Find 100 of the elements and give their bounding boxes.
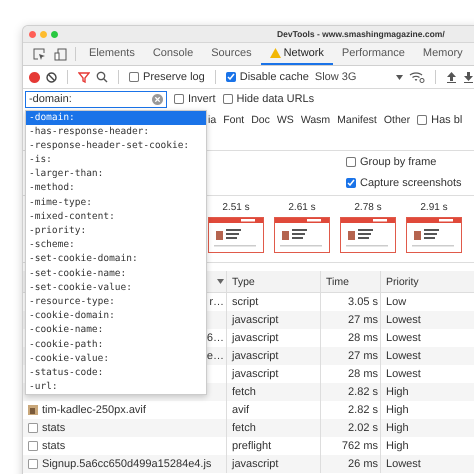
checkbox[interactable] [346, 178, 356, 188]
frame-time: 2.78 s [354, 202, 382, 213]
suggestion-item[interactable]: -url: [26, 380, 206, 394]
checkbox-label[interactable]: Invert [188, 93, 216, 105]
checkbox-label[interactable]: Group by frame [360, 156, 436, 168]
checkbox[interactable] [174, 94, 184, 104]
priority-cell: Lowest [386, 368, 421, 380]
type-filter-button[interactable]: ia [208, 114, 216, 126]
tab[interactable]: Memory [414, 43, 472, 65]
time-cell: 28 ms [348, 368, 378, 380]
type-cell: fetch [232, 386, 256, 398]
clear-icon[interactable] [46, 72, 57, 82]
suggestion-item[interactable]: -cookie-value: [26, 352, 206, 366]
type-filter-button[interactable]: WS [276, 114, 294, 126]
file-name: stats [42, 440, 66, 452]
checkbox-label[interactable]: Has bl [431, 114, 462, 126]
sort-caret-icon[interactable] [217, 279, 224, 284]
suggestion-item[interactable]: -mixed-content: [26, 210, 206, 224]
tab[interactable]: Elements [80, 43, 144, 65]
frame-time: 2.91 s [420, 202, 448, 213]
time-cell: 2.82 s [348, 404, 378, 416]
suggestion-item[interactable]: -set-cookie-domain: [26, 252, 206, 267]
suggestion-item[interactable]: -is: [26, 153, 206, 168]
checkbox-label[interactable]: Hide data URLs [236, 93, 314, 105]
column-header[interactable]: Time [321, 271, 381, 292]
type-cell: javascript [232, 350, 278, 362]
suggestion-item[interactable]: -resource-type: [26, 294, 206, 310]
type-cell: javascript [232, 368, 278, 380]
suggestion-item[interactable]: -set-cookie-name: [26, 266, 206, 281]
checkbox[interactable] [417, 115, 428, 125]
checkbox[interactable] [129, 72, 139, 82]
priority-cell: Low [386, 296, 406, 308]
page-thumbnail [274, 217, 330, 253]
type-filter-button[interactable]: Doc [251, 114, 270, 126]
checkbox[interactable] [222, 94, 233, 104]
time-cell: 3.05 s [348, 296, 378, 308]
checkbox-label[interactable]: Preserve log [143, 71, 205, 83]
type-filter-button[interactable]: Manifest [337, 114, 377, 126]
record-button[interactable] [29, 72, 40, 82]
column-header[interactable]: Type [227, 271, 321, 292]
tab[interactable]: Performance [332, 43, 414, 65]
frame-time: 2.51 s [222, 202, 250, 213]
priority-cell: High [386, 386, 409, 398]
suggestion-item[interactable]: -scheme: [26, 238, 206, 252]
type-cell: fetch [232, 422, 256, 434]
suggestion-item[interactable]: -mime-type: [26, 196, 206, 210]
upload-icon[interactable] [446, 71, 458, 83]
file-name: stats [42, 422, 66, 434]
tab[interactable]: Network [260, 43, 333, 65]
time-cell: 27 ms [348, 314, 378, 326]
suggestion-item[interactable]: -status-code: [26, 366, 206, 380]
throttling-select[interactable]: Slow 3G [314, 71, 404, 83]
time-cell: 2.02 s [348, 422, 378, 434]
priority-cell: Lowest [386, 314, 421, 326]
priority-cell: High [386, 422, 409, 434]
suggestion-item[interactable]: -set-cookie-value: [26, 280, 206, 295]
file-name: tim-kadlec-250px.avif [42, 404, 146, 416]
time-cell: 27 ms [348, 350, 378, 362]
type-filter-button[interactable]: Wasm [300, 114, 330, 126]
tab[interactable]: Console [144, 43, 202, 65]
tab[interactable]: Sources [202, 43, 261, 65]
priority-cell: Lowest [386, 332, 421, 344]
checkbox[interactable] [346, 157, 356, 167]
suggestion-item[interactable]: -cookie-domain: [26, 309, 206, 324]
frame-time: 2.61 s [288, 202, 316, 213]
checkbox-label[interactable]: Capture screenshots [360, 177, 462, 189]
type-cell: javascript [232, 332, 278, 344]
wifi-settings-icon[interactable] [409, 71, 426, 83]
suggestion-item[interactable]: -has-response-header: [26, 124, 206, 139]
suggestion-item[interactable]: -larger-than: [26, 167, 206, 182]
image-icon [28, 405, 38, 415]
type-cell: avif [232, 404, 250, 416]
search-icon[interactable] [96, 71, 108, 83]
close-button[interactable] [29, 30, 36, 38]
time-cell: 26 ms [348, 458, 378, 470]
checkbox-label[interactable]: Disable cache [240, 71, 309, 83]
download-icon[interactable] [463, 71, 474, 83]
caret-icon [396, 74, 404, 80]
suggestion-item[interactable]: -cookie-name: [26, 323, 206, 338]
suggestion-item[interactable]: -cookie-path: [26, 338, 206, 352]
page-thumbnail [406, 217, 462, 253]
priority-cell: High [386, 404, 409, 416]
suggestion-item[interactable]: -response-header-set-cookie: [26, 138, 206, 154]
checkbox[interactable] [226, 72, 236, 82]
priority-cell: Lowest [386, 458, 421, 470]
filter-field[interactable]: -domain: [25, 90, 167, 108]
type-filter-button[interactable]: Other [384, 114, 410, 126]
suggestion-item[interactable]: -method: [26, 181, 206, 196]
priority-cell: Lowest [386, 350, 421, 362]
time-cell: 2.82 s [348, 386, 378, 398]
priority-cell: High [386, 440, 409, 452]
type-filter-button[interactable]: Font [223, 114, 244, 126]
filter-icon[interactable] [78, 72, 90, 82]
column-header[interactable]: Priority [381, 271, 474, 292]
file-name: Signup.5a6cc650d499a15284e4.js [42, 458, 212, 470]
suggestion-item[interactable]: -domain: [26, 110, 206, 125]
time-cell: 762 ms [342, 440, 378, 452]
suggestion-item[interactable]: -priority: [26, 224, 206, 238]
type-cell: preflight [232, 440, 272, 452]
time-cell: 28 ms [348, 332, 378, 344]
